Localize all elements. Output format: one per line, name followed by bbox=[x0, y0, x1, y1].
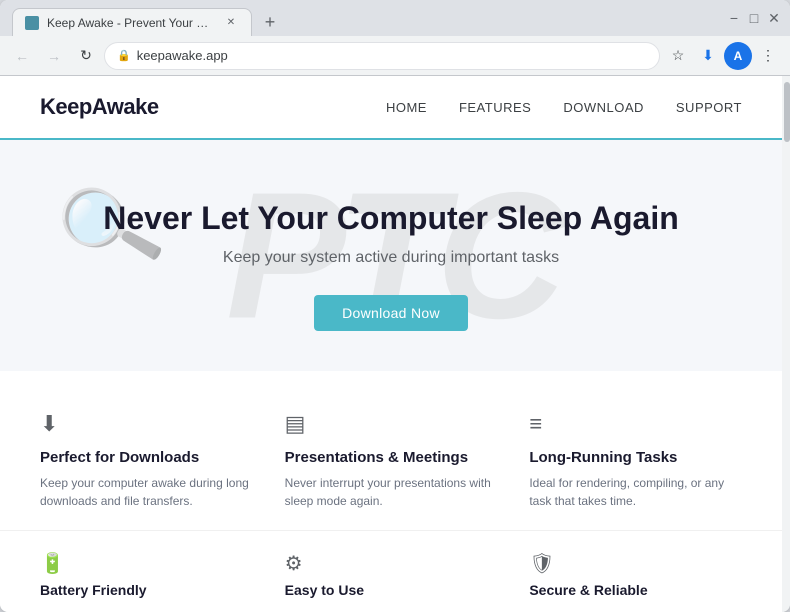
feature-tasks-icon: ≡ bbox=[529, 411, 742, 437]
easy-icon: ⚙ bbox=[285, 551, 303, 576]
browser-tab[interactable]: Keep Awake - Prevent Your Co... ✕ bbox=[12, 8, 252, 36]
download-icon[interactable]: ⬇ bbox=[694, 42, 722, 70]
nav-home[interactable]: HOME bbox=[386, 100, 427, 115]
easy-title: Easy to Use bbox=[285, 582, 364, 598]
close-button[interactable]: ✕ bbox=[766, 10, 782, 26]
feature-presentations-icon: ▤ bbox=[285, 411, 498, 437]
nav-features[interactable]: FEATURES bbox=[459, 100, 531, 115]
feature-presentations-desc: Never interrupt your presentations with … bbox=[285, 474, 498, 510]
secure-title: Secure & Reliable bbox=[529, 582, 647, 598]
toolbar-right: ☆ ⬇ A ⋮ bbox=[664, 42, 782, 70]
feature-tasks-title: Long-Running Tasks bbox=[529, 449, 742, 466]
minimize-button[interactable]: − bbox=[726, 10, 742, 26]
feature-presentations-title: Presentations & Meetings bbox=[285, 449, 498, 466]
feature-item-presentations: ▤ Presentations & Meetings Never interru… bbox=[285, 411, 498, 510]
download-now-button[interactable]: Download Now bbox=[314, 295, 468, 331]
battery-title: Battery Friendly bbox=[40, 582, 147, 598]
menu-icon[interactable]: ⋮ bbox=[754, 42, 782, 70]
bottom-feature-secure: 🛡 Secure & Reliable bbox=[529, 551, 742, 598]
tab-close-button[interactable]: ✕ bbox=[223, 15, 239, 31]
scrollbar[interactable] bbox=[782, 76, 790, 612]
nav-support[interactable]: SUPPORT bbox=[676, 100, 742, 115]
tab-area: Keep Awake - Prevent Your Co... ✕ + bbox=[8, 0, 722, 36]
bottom-features-grid: 🔋 Battery Friendly ⚙ Easy to Use 🛡 Secur… bbox=[40, 551, 742, 598]
maximize-button[interactable]: □ bbox=[746, 10, 762, 26]
feature-download-desc: Keep your computer awake during long dow… bbox=[40, 474, 253, 510]
nav-download[interactable]: DOWNLOAD bbox=[563, 100, 644, 115]
address-bar[interactable]: 🔒 keepawake.app bbox=[104, 42, 660, 70]
feature-item-tasks: ≡ Long-Running Tasks Ideal for rendering… bbox=[529, 411, 742, 510]
url-text: keepawake.app bbox=[137, 48, 647, 63]
bottom-feature-battery: 🔋 Battery Friendly bbox=[40, 551, 253, 598]
feature-download-title: Perfect for Downloads bbox=[40, 449, 253, 466]
features-grid: ⬇ Perfect for Downloads Keep your comput… bbox=[40, 411, 742, 510]
lock-icon: 🔒 bbox=[117, 49, 131, 62]
tab-favicon bbox=[25, 16, 39, 30]
profile-avatar[interactable]: A bbox=[724, 42, 752, 70]
title-bar: Keep Awake - Prevent Your Co... ✕ + − □ … bbox=[0, 0, 790, 36]
secure-icon: 🛡 bbox=[529, 551, 554, 576]
refresh-button[interactable]: ↻ bbox=[72, 42, 100, 70]
back-button[interactable]: ← bbox=[8, 42, 36, 70]
bookmark-icon[interactable]: ☆ bbox=[664, 42, 692, 70]
scrollbar-thumb[interactable] bbox=[784, 82, 790, 142]
browser-window: Keep Awake - Prevent Your Co... ✕ + − □ … bbox=[0, 0, 790, 612]
feature-tasks-desc: Ideal for rendering, compiling, or any t… bbox=[529, 474, 742, 510]
hero-section: 🔍 PTC Never Let Your Computer Sleep Agai… bbox=[0, 140, 782, 371]
bottom-features-section: 🔋 Battery Friendly ⚙ Easy to Use 🛡 Secur… bbox=[0, 530, 782, 612]
new-tab-button[interactable]: + bbox=[256, 8, 284, 36]
bottom-feature-easy: ⚙ Easy to Use bbox=[285, 551, 498, 598]
hero-subtitle: Keep your system active during important… bbox=[40, 249, 742, 267]
feature-download-icon: ⬇ bbox=[40, 411, 253, 437]
features-section: ⬇ Perfect for Downloads Keep your comput… bbox=[0, 371, 782, 530]
content-area: KeepAwake HOME FEATURES DOWNLOAD SUPPORT… bbox=[0, 76, 790, 612]
scrollbar-track bbox=[784, 78, 788, 610]
site-logo: KeepAwake bbox=[40, 94, 159, 120]
window-controls: − □ ✕ bbox=[726, 10, 782, 26]
hero-content: Never Let Your Computer Sleep Again Keep… bbox=[40, 200, 742, 331]
site-nav-links: HOME FEATURES DOWNLOAD SUPPORT bbox=[386, 100, 742, 115]
site-navbar: KeepAwake HOME FEATURES DOWNLOAD SUPPORT bbox=[0, 76, 782, 140]
browser-toolbar: ← → ↻ 🔒 keepawake.app ☆ ⬇ A ⋮ bbox=[0, 36, 790, 76]
tab-title: Keep Awake - Prevent Your Co... bbox=[47, 16, 215, 30]
forward-button[interactable]: → bbox=[40, 42, 68, 70]
feature-item-downloads: ⬇ Perfect for Downloads Keep your comput… bbox=[40, 411, 253, 510]
battery-icon: 🔋 bbox=[40, 551, 65, 576]
hero-title: Never Let Your Computer Sleep Again bbox=[40, 200, 742, 237]
website-content: KeepAwake HOME FEATURES DOWNLOAD SUPPORT… bbox=[0, 76, 782, 612]
